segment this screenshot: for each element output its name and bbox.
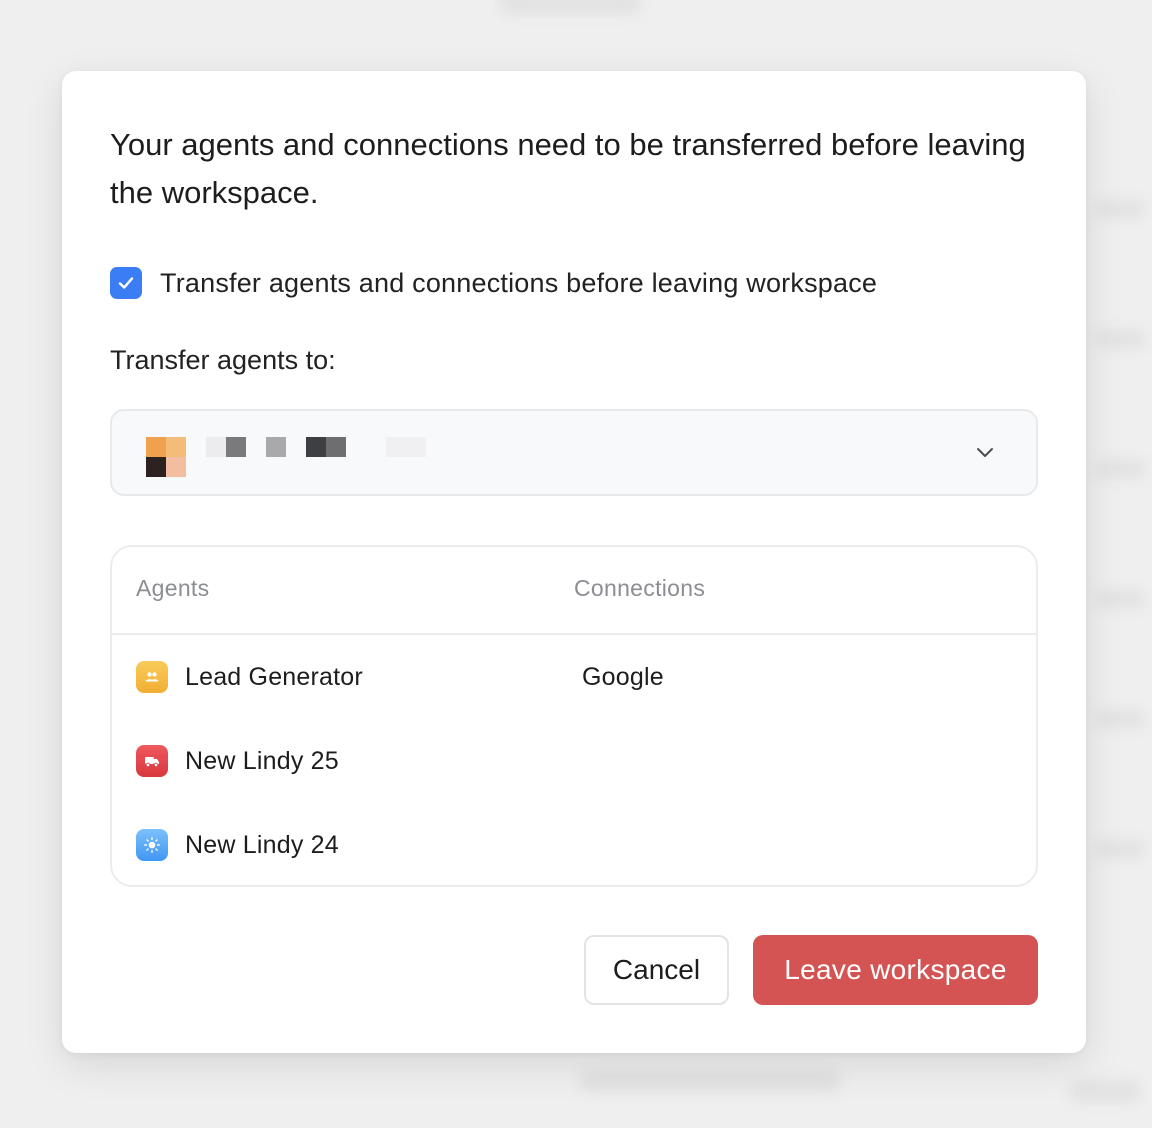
transfer-checkbox[interactable] (110, 267, 142, 299)
people-icon (136, 661, 168, 693)
connections-column-header: Connections (574, 575, 706, 601)
agent-name: New Lindy 25 (185, 746, 339, 775)
truck-icon (136, 745, 168, 777)
redacted-name (206, 437, 226, 457)
transfer-target-select[interactable] (110, 409, 1038, 496)
table-row: New Lindy 25 (112, 719, 1036, 803)
table-row: New Lindy 24 (112, 803, 1036, 885)
transfer-to-label: Transfer agents to: (110, 345, 336, 375)
background-blur (1095, 710, 1145, 728)
leave-workspace-dialog: Your agents and connections need to be t… (62, 71, 1086, 1053)
leave-workspace-button[interactable]: Leave workspace (753, 935, 1038, 1005)
sun-icon (136, 829, 168, 861)
background-blur (1095, 460, 1145, 478)
redacted-name (226, 437, 246, 457)
table-header: Agents Connections (112, 547, 1036, 635)
background-blur (1095, 840, 1145, 858)
agents-column-header: Agents (136, 575, 210, 601)
redacted-name (326, 437, 346, 457)
redacted-name (386, 437, 426, 457)
transfer-checkbox-row[interactable]: Transfer agents and connections before l… (110, 267, 877, 299)
transfer-table: Agents Connections Lead Generator Google (110, 545, 1038, 887)
user-avatar (146, 437, 186, 477)
background-blur (580, 1070, 840, 1092)
background-blur (1095, 330, 1145, 348)
agent-name: New Lindy 24 (185, 830, 339, 859)
checkmark-icon (118, 277, 134, 289)
chevron-down-icon (977, 448, 993, 457)
redacted-name (306, 437, 326, 457)
background-blur (1070, 1080, 1140, 1102)
table-row: Lead Generator Google (112, 635, 1036, 719)
connection-name: Google (582, 663, 664, 691)
background-blur (500, 0, 640, 14)
dialog-heading: Your agents and connections need to be t… (110, 127, 1026, 210)
cancel-button[interactable]: Cancel (584, 935, 729, 1005)
redacted-name (266, 437, 286, 457)
background-blur (1095, 590, 1145, 608)
agent-name: Lead Generator (185, 662, 363, 691)
transfer-checkbox-label: Transfer agents and connections before l… (160, 267, 878, 298)
background-blur (1095, 200, 1145, 218)
